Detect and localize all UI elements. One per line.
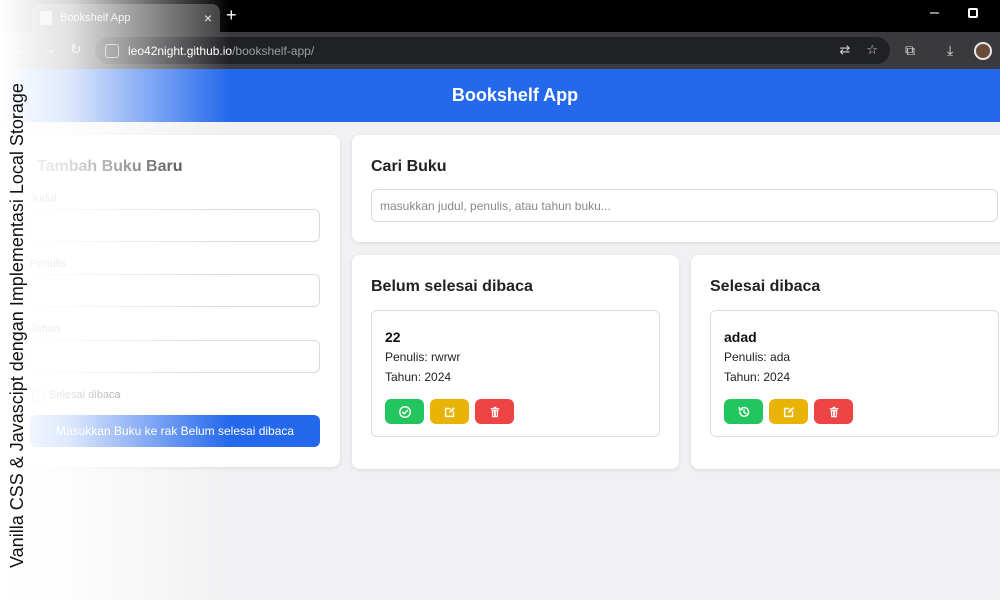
finished-checkbox[interactable] xyxy=(32,390,44,402)
add-book-card: Tambah Buku Baru Judul Penulis Tahun Sel… xyxy=(18,135,340,467)
tab-title: Bookshelf App xyxy=(60,12,131,24)
add-book-heading: Tambah Buku Baru xyxy=(37,158,183,175)
edit-book-button[interactable] xyxy=(430,399,469,424)
reload-icon[interactable]: ↻ xyxy=(70,41,82,58)
profile-avatar[interactable] xyxy=(974,42,992,60)
new-tab-icon[interactable]: + xyxy=(226,5,237,26)
translate-icon[interactable]: ⇄ xyxy=(839,42,850,58)
delete-book-button[interactable] xyxy=(814,399,853,424)
book-year: Tahun: 2024 xyxy=(385,370,452,384)
trash-icon xyxy=(829,406,838,417)
book-title: 22 xyxy=(385,329,401,345)
edit-icon xyxy=(444,406,455,417)
unread-shelf: Belum selesai dibaca 22 Penulis: rwrwr T… xyxy=(352,255,679,469)
bookmark-star-icon[interactable]: ☆ xyxy=(866,42,878,58)
book-year: Tahun: 2024 xyxy=(724,370,791,384)
check-circle-icon xyxy=(398,405,411,418)
address-bar[interactable]: leo42night.github.io /bookshelf-app/ ⇄ ☆ xyxy=(95,37,890,64)
download-icon[interactable]: ⤓ xyxy=(947,42,953,59)
submit-book-button[interactable]: Masukkan Buku ke rak Belum selesai dibac… xyxy=(30,415,320,447)
url-path: /bookshelf-app/ xyxy=(232,43,315,58)
browser-tab-bar: Bookshelf App × + – xyxy=(0,0,1000,32)
extensions-icon[interactable]: ⧉ xyxy=(905,42,915,59)
url-host: leo42night.github.io xyxy=(128,43,233,58)
book-item: adad Penulis: ada Tahun: 2024 xyxy=(710,310,999,437)
history-icon xyxy=(737,406,749,417)
tab-close-icon[interactable]: × xyxy=(196,10,220,26)
author-input[interactable] xyxy=(30,274,320,307)
delete-book-button[interactable] xyxy=(475,399,514,424)
page-favicon-icon xyxy=(40,11,52,25)
year-label: Tahun xyxy=(30,323,60,335)
trash-icon xyxy=(490,406,499,417)
app-header: Bookshelf App xyxy=(0,69,1000,122)
book-author: Penulis: rwrwr xyxy=(385,350,461,364)
search-input[interactable]: masukkan judul, penulis, atau tahun buku… xyxy=(371,189,998,222)
finished-checkbox-label: Selesai dibaca xyxy=(49,389,121,401)
author-label: Penulis xyxy=(30,258,67,270)
site-settings-icon[interactable] xyxy=(105,43,119,58)
read-shelf: Selesai dibaca adad Penulis: ada Tahun: … xyxy=(691,255,1000,469)
browser-toolbar: ← → ↻ leo42night.github.io /bookshelf-ap… xyxy=(0,32,1000,69)
read-shelf-heading: Selesai dibaca xyxy=(710,278,821,295)
edit-book-button[interactable] xyxy=(769,399,808,424)
book-item: 22 Penulis: rwrwr Tahun: 2024 xyxy=(371,310,660,437)
minimize-icon[interactable]: – xyxy=(930,4,939,22)
search-heading: Cari Buku xyxy=(371,158,447,175)
title-label: Judul xyxy=(30,193,57,205)
unread-shelf-heading: Belum selesai dibaca xyxy=(371,278,533,295)
mark-finished-button[interactable] xyxy=(385,399,424,424)
book-author: Penulis: ada xyxy=(724,350,791,364)
year-input[interactable] xyxy=(30,340,320,373)
search-card: Cari Buku masukkan judul, penulis, atau … xyxy=(352,135,1000,242)
forward-icon[interactable]: → xyxy=(42,41,56,57)
book-title: adad xyxy=(724,329,757,345)
browser-tab[interactable]: Bookshelf App × xyxy=(32,4,220,32)
app-title: Bookshelf App xyxy=(451,85,579,105)
mark-unfinished-button[interactable] xyxy=(724,399,763,424)
restore-window-icon[interactable] xyxy=(968,8,978,18)
title-input[interactable] xyxy=(30,209,320,242)
vertical-caption: Vanilla CSS & Javascipt dengan Implement… xyxy=(7,83,27,568)
edit-icon xyxy=(783,406,794,417)
